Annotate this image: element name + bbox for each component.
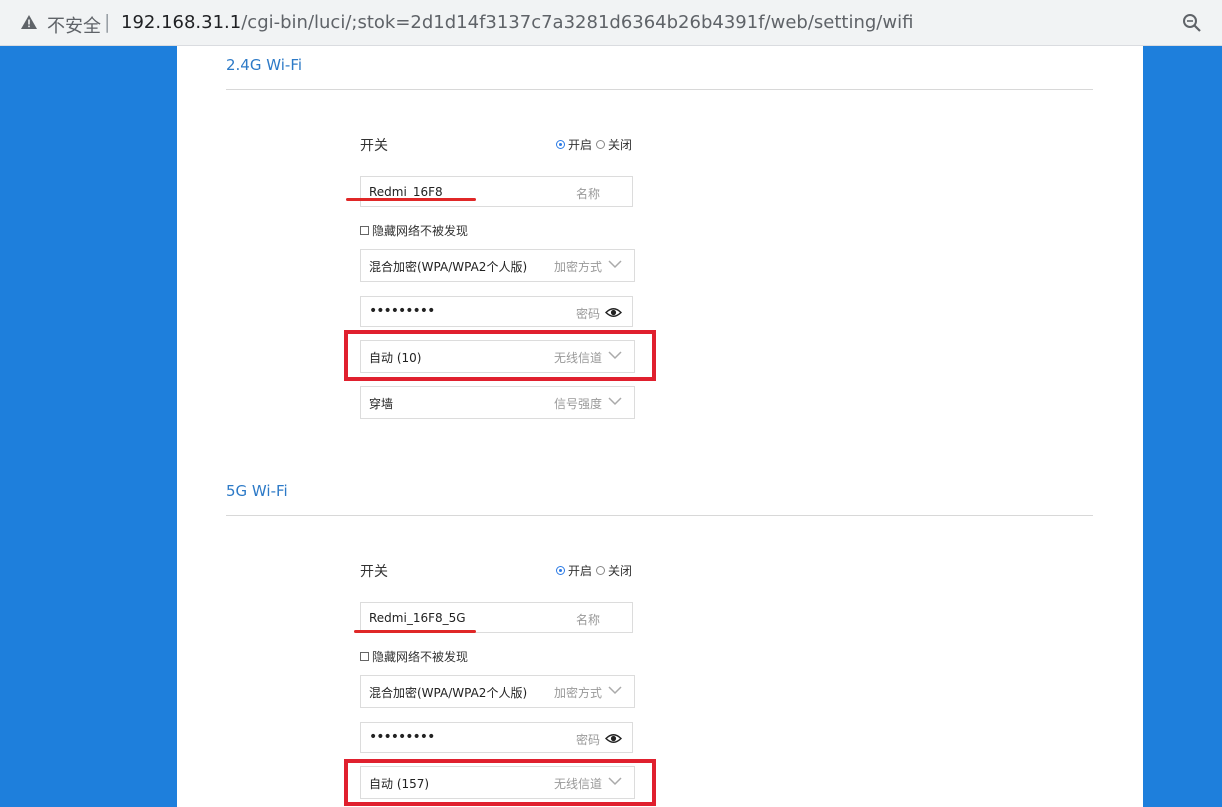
checkbox-box[interactable]	[360, 226, 369, 235]
signal-strength-select[interactable]: 穿墙 信号强度	[360, 386, 635, 419]
checkbox-box[interactable]	[360, 652, 369, 661]
wifi-name-hint: 名称	[575, 187, 600, 201]
hide-network-label: 隐藏网络不被发现	[372, 650, 469, 664]
chevron-down-icon	[608, 260, 622, 269]
radio-off[interactable]	[596, 140, 606, 149]
radio-off-label[interactable]: 关闭	[608, 136, 632, 153]
section-divider	[226, 515, 1093, 516]
annotation-underline	[354, 630, 476, 633]
wifi-name-field[interactable]: Redmi_16F8 名称	[360, 176, 633, 207]
chevron-down-icon	[608, 397, 622, 406]
radio-off[interactable]	[596, 566, 606, 575]
zoom-icon[interactable]	[1182, 13, 1202, 33]
radio-off-label[interactable]: 关闭	[608, 562, 632, 579]
url-host: 192.168.31.1	[121, 12, 242, 33]
url-path: /cgi-bin/luci/;stok=2d1d14f3137c7a3281d6…	[241, 12, 914, 33]
switch-label: 开关	[360, 564, 388, 580]
radio-on[interactable]	[556, 140, 565, 149]
url-text[interactable]: 192.168.31.1/cgi-bin/luci/;stok=2d1d14f3…	[121, 12, 913, 33]
chevron-down-icon	[608, 686, 622, 695]
signal-hint: 信号强度	[553, 397, 602, 411]
insecure-label[interactable]: 不安全	[47, 12, 101, 38]
hide-network-checkbox[interactable]: 隐藏网络不被发现	[360, 648, 468, 665]
section-title-24g: 2.4G Wi-Fi	[226, 56, 303, 74]
hide-network-checkbox[interactable]: 隐藏网络不被发现	[360, 222, 468, 239]
wifi-name-value: Redmi_16F8	[369, 185, 443, 199]
encryption-value: 混合加密(WPA/WPA2个人版)	[369, 686, 528, 700]
eye-icon[interactable]	[605, 733, 622, 744]
warning-icon[interactable]	[20, 14, 38, 30]
annotation-box	[344, 759, 656, 806]
wifi-name-value: Redmi_16F8_5G	[369, 611, 466, 625]
password-field[interactable]: ••••••••• 密码	[360, 722, 633, 753]
section-divider	[226, 89, 1093, 90]
wifi-name-field[interactable]: Redmi_16F8_5G 名称	[360, 602, 633, 633]
switch-radio-group: 开启 关闭	[556, 136, 632, 153]
radio-on[interactable]	[556, 566, 565, 575]
eye-icon[interactable]	[605, 307, 622, 318]
password-value: •••••••••	[369, 729, 435, 745]
switch-radio-group: 开启 关闭	[556, 562, 632, 579]
encryption-select[interactable]: 混合加密(WPA/WPA2个人版) 加密方式	[360, 249, 635, 282]
password-value: •••••••••	[369, 303, 435, 319]
annotation-box	[344, 330, 656, 381]
password-field[interactable]: ••••••••• 密码	[360, 296, 633, 327]
radio-on-label[interactable]: 开启	[568, 562, 592, 579]
hide-network-label: 隐藏网络不被发现	[372, 224, 469, 238]
section-title-5g: 5G Wi-Fi	[226, 482, 288, 500]
encryption-value: 混合加密(WPA/WPA2个人版)	[369, 260, 528, 274]
radio-on-label[interactable]: 开启	[568, 136, 592, 153]
encryption-select[interactable]: 混合加密(WPA/WPA2个人版) 加密方式	[360, 675, 635, 708]
encryption-hint: 加密方式	[553, 686, 602, 700]
annotation-underline	[346, 198, 476, 201]
wifi-name-hint: 名称	[575, 613, 600, 627]
password-hint: 密码	[575, 307, 600, 321]
encryption-hint: 加密方式	[553, 260, 602, 274]
switch-label: 开关	[360, 138, 388, 154]
password-hint: 密码	[575, 733, 600, 747]
url-separator: |	[104, 11, 111, 33]
address-bar[interactable]: 不安全 | 192.168.31.1/cgi-bin/luci/;stok=2d…	[0, 0, 1222, 46]
signal-value: 穿墙	[369, 397, 394, 411]
settings-panel: 2.4G Wi-Fi 开关 开启 关闭 Redmi_16F8 名称 隐藏网络不被…	[177, 46, 1143, 807]
